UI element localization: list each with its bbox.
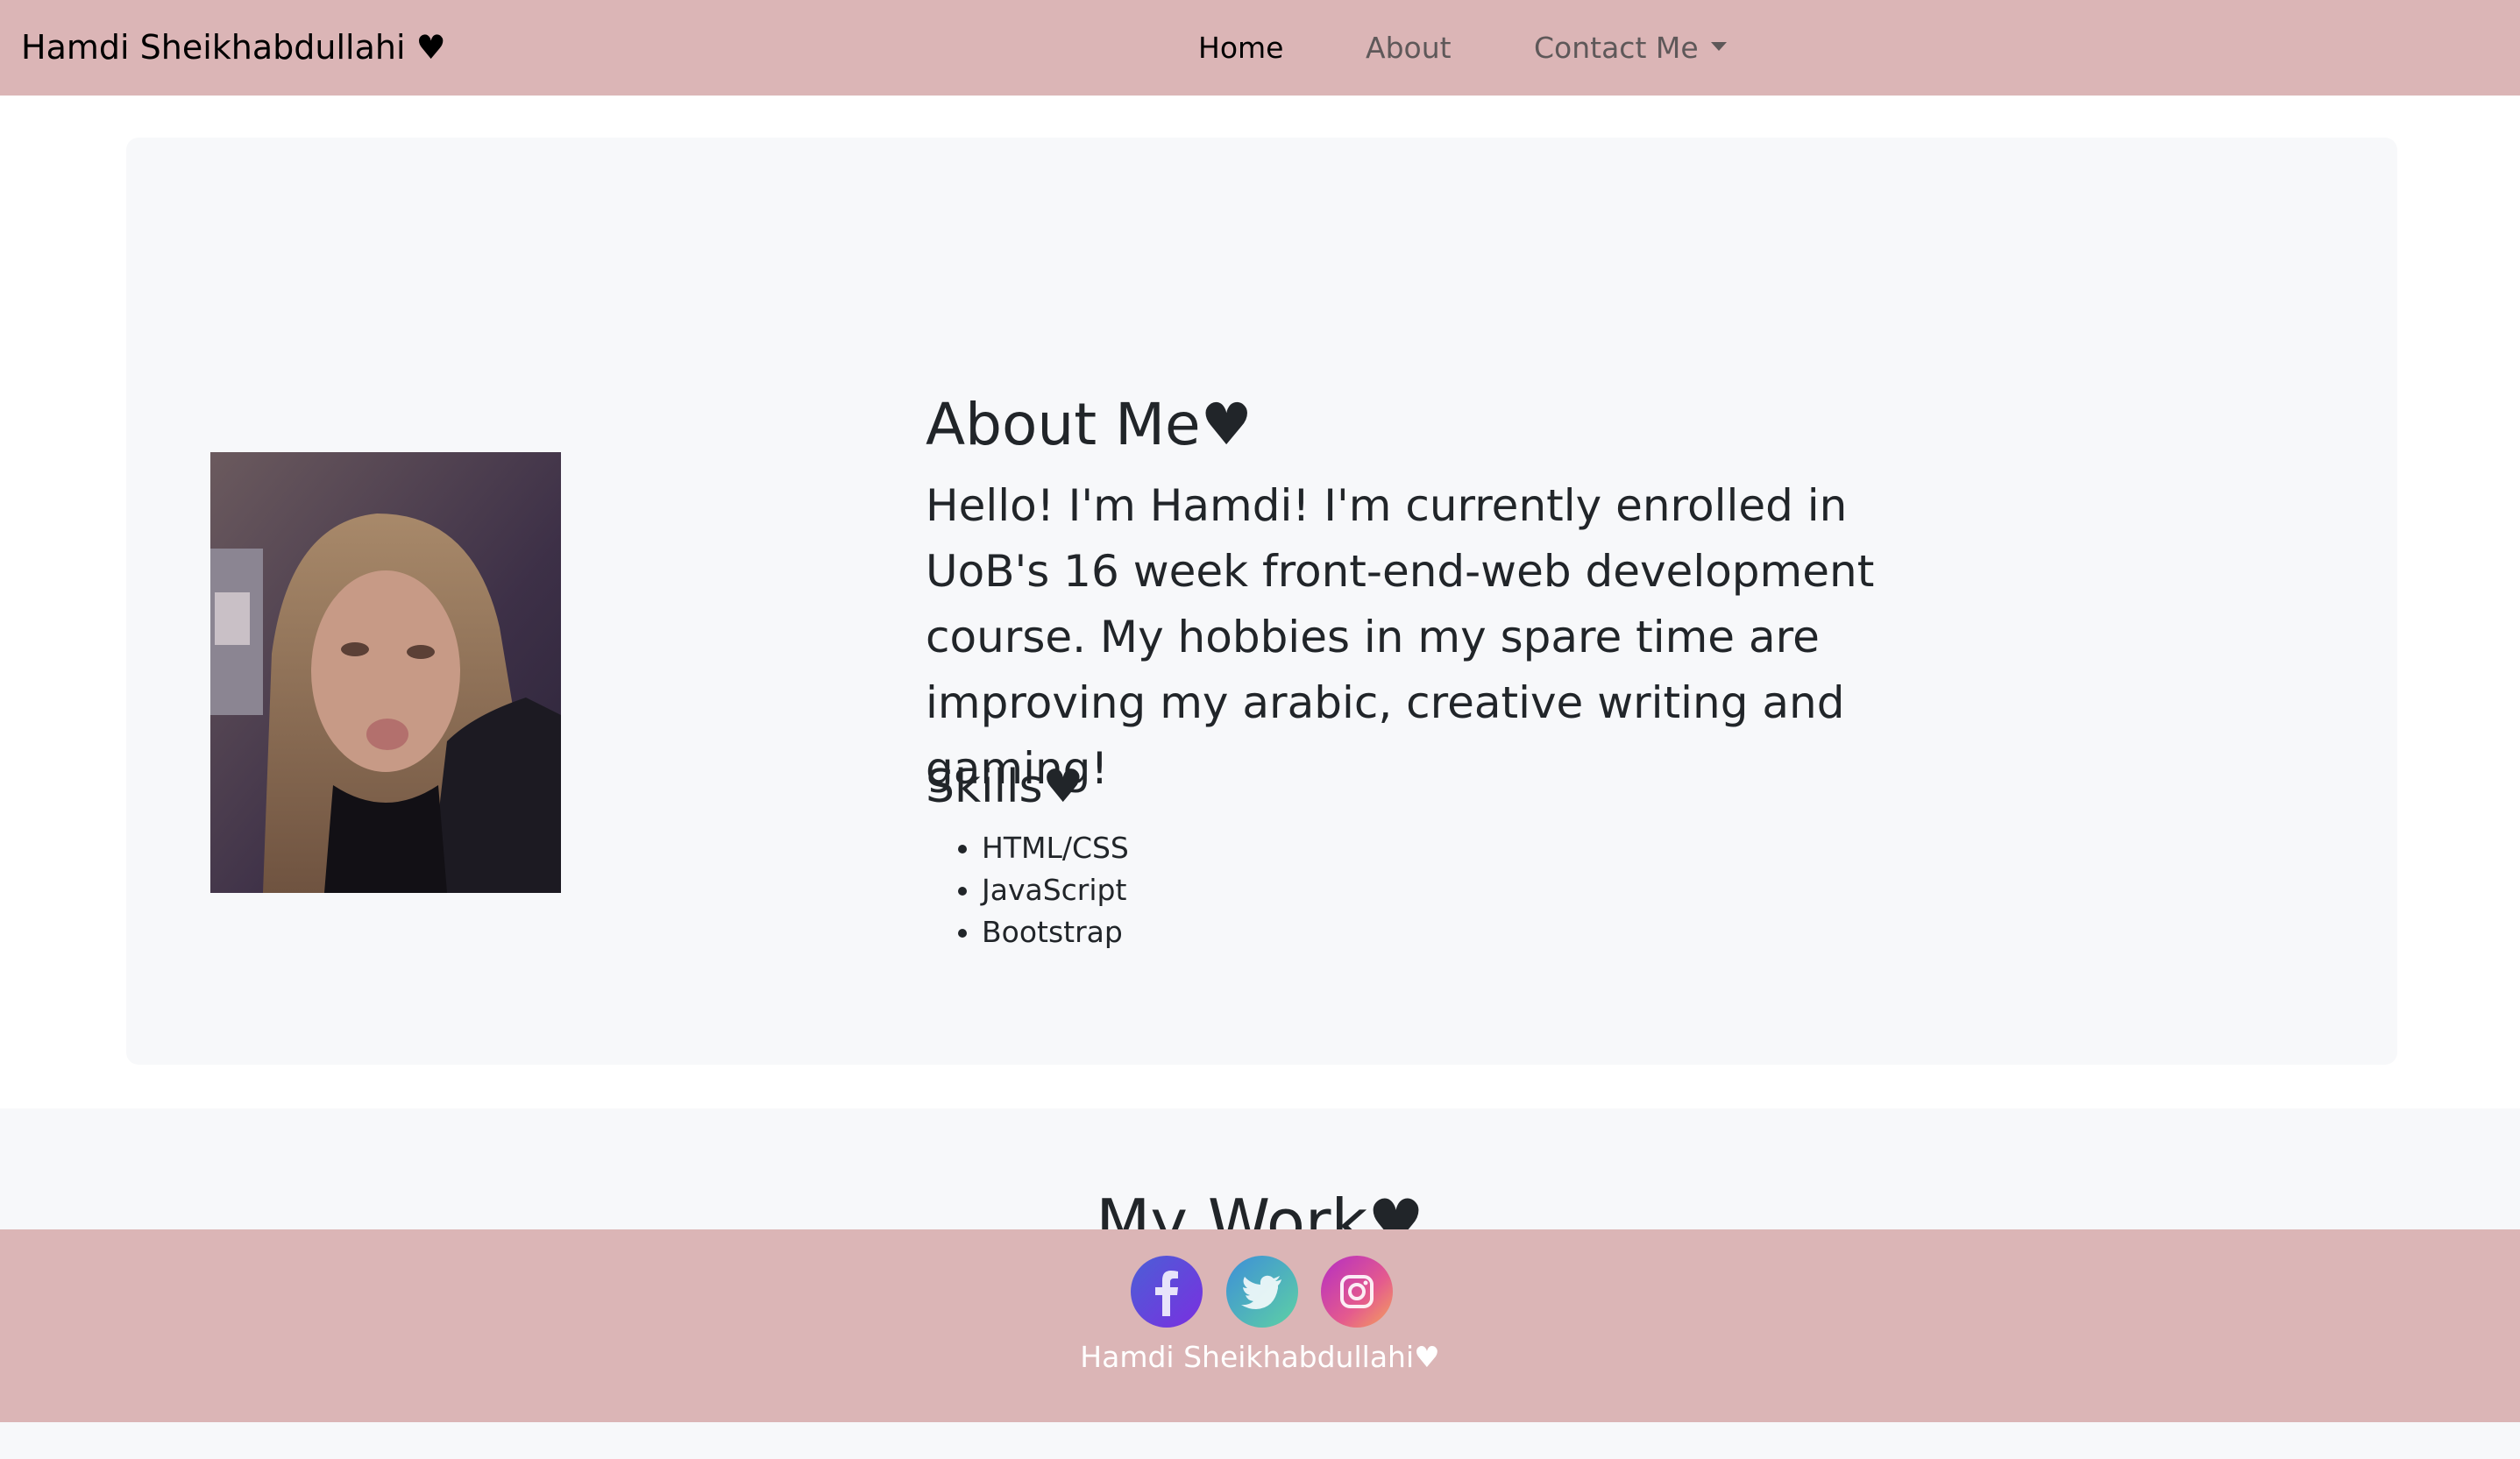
- list-item: JavaScript: [982, 869, 1129, 911]
- profile-photo: [210, 452, 561, 893]
- about-title: About Me♥: [926, 391, 1253, 458]
- list-item: HTML/CSS: [982, 827, 1129, 869]
- navbar: Hamdi Sheikhabdullahi ♥ Home About Conta…: [0, 0, 2520, 96]
- twitter-link[interactable]: [1225, 1255, 1299, 1328]
- instagram-link[interactable]: [1320, 1255, 1394, 1328]
- footer-name: Hamdi Sheikhabdullahi♥: [1080, 1340, 1440, 1374]
- instagram-icon: [1321, 1256, 1393, 1328]
- about-text: Hello! I'm Hamdi! I'm currently enrolled…: [926, 480, 1875, 794]
- nav-link-contact-label: Contact Me: [1534, 31, 1699, 65]
- footer: Hamdi Sheikhabdullahi♥: [0, 1229, 2520, 1422]
- twitter-icon: [1226, 1256, 1298, 1328]
- chevron-down-icon: [1710, 41, 1727, 51]
- brand-link[interactable]: Hamdi Sheikhabdullahi ♥: [21, 0, 446, 96]
- list-item: Bootstrap: [982, 911, 1129, 953]
- nav-link-about[interactable]: About: [1366, 0, 1452, 96]
- nav-link-contact-dropdown[interactable]: Contact Me: [1534, 0, 1727, 96]
- skills-list: HTML/CSS JavaScript Bootstrap: [926, 827, 1129, 953]
- nav-link-home[interactable]: Home: [1198, 0, 1283, 96]
- facebook-link[interactable]: [1130, 1255, 1203, 1328]
- facebook-icon: [1131, 1256, 1203, 1328]
- skills-title: Skills♥: [926, 761, 1084, 813]
